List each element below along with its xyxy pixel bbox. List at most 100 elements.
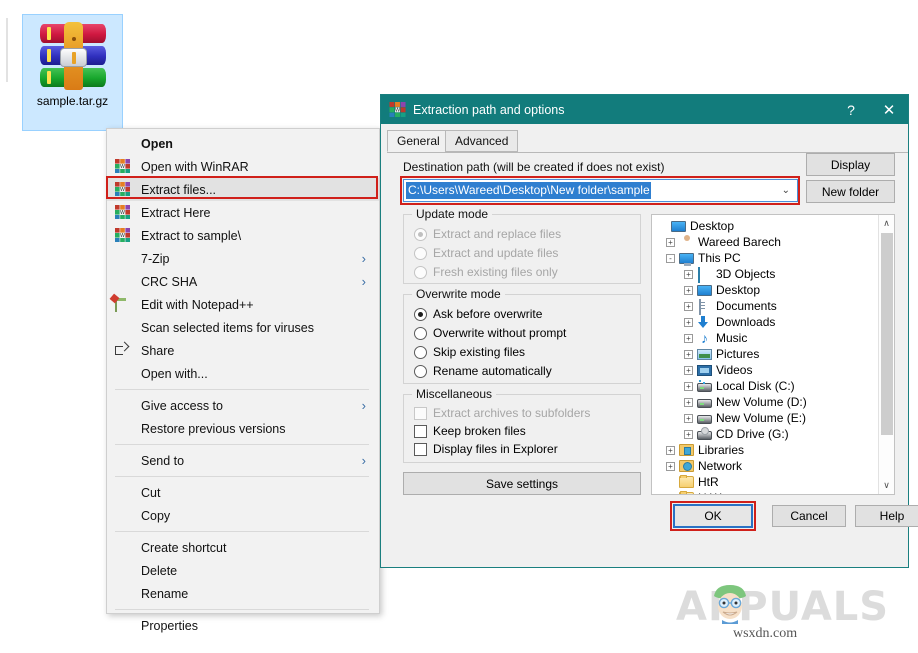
destination-path-value: C:\Users\Wareed\Desktop\New folder\sampl… [406, 182, 651, 199]
radio-skip-existing-files[interactable]: Skip existing files [414, 345, 525, 359]
chevron-right-icon: › [362, 275, 366, 288]
help-button[interactable]: Help [855, 505, 918, 527]
menu-item-give-access-to[interactable]: Give access to › [107, 394, 379, 417]
tree-node-music[interactable]: + ♪ Music [652, 330, 877, 346]
desktop-file-sample-targz[interactable]: sample.tar.gz [22, 14, 123, 131]
scroll-down-icon[interactable]: ∨ [879, 477, 894, 494]
appuals-watermark: APPUALS [676, 586, 876, 628]
menu-item-label: Rename [141, 587, 379, 601]
tab-advanced[interactable]: Advanced [445, 130, 518, 152]
tree-node-wareed-barech[interactable]: + Wareed Barech [652, 234, 877, 250]
tree-expander[interactable]: + [684, 382, 693, 391]
menu-item-send-to[interactable]: Send to › [107, 449, 379, 472]
menu-item-7zip[interactable]: 7-Zip › [107, 247, 379, 270]
context-menu[interactable]: Open W Open with WinRAR W [106, 128, 380, 614]
tree-node-label: New Volume (D:) [716, 395, 807, 409]
display-button[interactable]: Display [806, 153, 895, 176]
close-icon[interactable]: ✕ [870, 95, 908, 124]
tree-node-htw[interactable]: HtW [652, 490, 877, 495]
winrar-archive-icon [40, 24, 106, 88]
tree-node-label: Downloads [716, 315, 775, 329]
menu-item-edit-with-notepadpp[interactable]: Edit with Notepad++ [107, 293, 379, 316]
menu-item-rename[interactable]: Rename [107, 582, 379, 605]
menu-item-properties[interactable]: Properties [107, 614, 379, 637]
destination-path-input[interactable]: C:\Users\Wareed\Desktop\New folder\sampl… [403, 179, 798, 202]
tree-node-label: Wareed Barech [698, 235, 781, 249]
folder-tree-panel[interactable]: Desktop + Wareed Barech - This PC + [651, 214, 895, 495]
chevron-down-icon[interactable]: ⌄ [782, 185, 790, 196]
menu-item-extract-to-sample[interactable]: W Extract to sample\ [107, 224, 379, 247]
checkbox-display-files-in-explorer[interactable]: Display files in Explorer [414, 442, 558, 456]
menu-item-cut[interactable]: Cut [107, 481, 379, 504]
tree-node-local-disk-c[interactable]: + Local Disk (C:) [652, 378, 877, 394]
tree-node-pictures[interactable]: + Pictures [652, 346, 877, 362]
tree-node-htr[interactable]: HtR [652, 474, 877, 490]
menu-item-copy[interactable]: Copy [107, 504, 379, 527]
radio-extract-and-replace-files: Extract and replace files [414, 227, 561, 241]
tree-expander[interactable]: - [666, 254, 675, 263]
tree-node-label: New Volume (E:) [716, 411, 806, 425]
tree-expander[interactable]: + [684, 334, 693, 343]
menu-item-open[interactable]: Open [107, 132, 379, 155]
tree-node-label: Desktop [690, 219, 734, 233]
svg-text:W: W [120, 233, 125, 239]
tree-expander[interactable]: + [666, 238, 675, 247]
tree-expander[interactable]: + [684, 270, 693, 279]
tree-expander[interactable]: + [666, 446, 675, 455]
tree-node-new-volume-e[interactable]: + New Volume (E:) [652, 410, 877, 426]
tree-node-cd-drive-g[interactable]: + CD Drive (G:) [652, 426, 877, 442]
chevron-right-icon: › [362, 399, 366, 412]
menu-item-restore-previous-versions[interactable]: Restore previous versions [107, 417, 379, 440]
tree-node-this-pc[interactable]: - This PC [652, 250, 877, 266]
menu-item-create-shortcut[interactable]: Create shortcut [107, 536, 379, 559]
menu-item-scan-for-viruses[interactable]: Scan selected items for viruses [107, 316, 379, 339]
save-settings-button[interactable]: Save settings [403, 472, 641, 495]
menu-item-share[interactable]: Share [107, 339, 379, 362]
folder-tree-scrollbar[interactable]: ∧ ∨ [878, 215, 894, 494]
tree-node-network[interactable]: + Network [652, 458, 877, 474]
tree-node-videos[interactable]: + Videos [652, 362, 877, 378]
radio-ask-before-overwrite[interactable]: Ask before overwrite [414, 307, 542, 321]
tree-expander[interactable]: + [684, 286, 693, 295]
tree-expander[interactable]: + [666, 462, 675, 471]
radio-overwrite-without-prompt[interactable]: Overwrite without prompt [414, 326, 566, 340]
scrollbar-thumb[interactable] [881, 233, 893, 435]
tree-expander[interactable]: + [684, 302, 693, 311]
downloads-icon [697, 316, 712, 329]
tree-expander[interactable]: + [684, 414, 693, 423]
tree-node-downloads[interactable]: + Downloads [652, 314, 877, 330]
ok-button[interactable]: OK [673, 504, 753, 528]
tree-node-documents[interactable]: + Documents [652, 298, 877, 314]
tree-node-desktop[interactable]: Desktop [652, 218, 877, 234]
dialog-button-row: OK Cancel Help [381, 504, 908, 530]
chevron-right-icon: › [362, 454, 366, 467]
cancel-button[interactable]: Cancel [772, 505, 846, 527]
menu-item-open-with[interactable]: Open with... [107, 362, 379, 385]
checkbox-keep-broken-files[interactable]: Keep broken files [414, 424, 526, 438]
tree-expander[interactable]: + [684, 398, 693, 407]
watermark-brand: APPUALS [676, 586, 876, 628]
menu-item-extract-here[interactable]: W Extract Here [107, 201, 379, 224]
new-folder-button[interactable]: New folder [806, 180, 895, 203]
tree-node-desktop-child[interactable]: + Desktop [652, 282, 877, 298]
tree-expander[interactable]: + [684, 430, 693, 439]
help-titlebar-button[interactable]: ? [832, 95, 870, 124]
tree-node-libraries[interactable]: + Libraries [652, 442, 877, 458]
scroll-up-icon[interactable]: ∧ [879, 215, 894, 232]
tree-node-label: Network [698, 459, 742, 473]
tree-expander[interactable]: + [684, 366, 693, 375]
this-pc-icon [679, 253, 694, 264]
radio-rename-automatically[interactable]: Rename automatically [414, 364, 552, 378]
videos-icon [697, 365, 712, 376]
tab-general[interactable]: General [387, 130, 450, 152]
folder-tree[interactable]: Desktop + Wareed Barech - This PC + [652, 218, 877, 495]
menu-item-extract-files[interactable]: W Extract files... [107, 178, 379, 201]
tree-node-new-volume-d[interactable]: + New Volume (D:) [652, 394, 877, 410]
tree-expander[interactable]: + [684, 350, 693, 359]
menu-item-delete[interactable]: Delete [107, 559, 379, 582]
menu-item-crc-sha[interactable]: CRC SHA › [107, 270, 379, 293]
tree-node-3d-objects[interactable]: + 3D Objects [652, 266, 877, 282]
menu-item-open-with-winrar[interactable]: W Open with WinRAR [107, 155, 379, 178]
radio-indicator [414, 327, 427, 340]
tree-expander[interactable]: + [684, 318, 693, 327]
